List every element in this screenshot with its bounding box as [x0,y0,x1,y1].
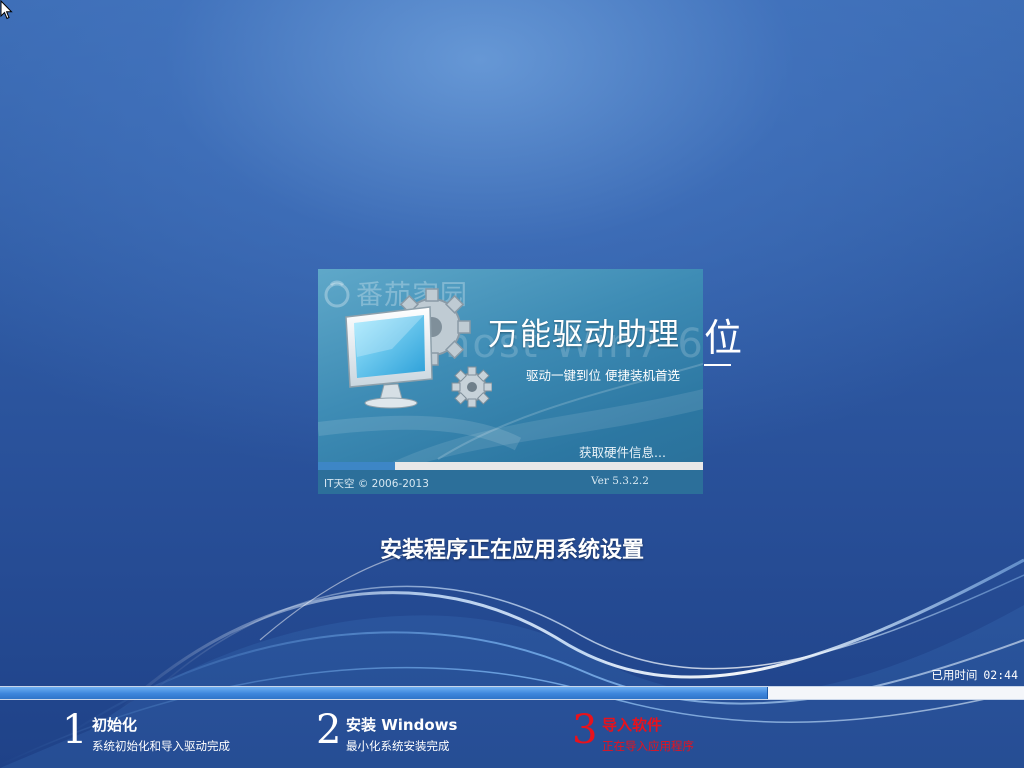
app-slogan: 驱动一键到位 便捷装机首选 [526,368,680,383]
step-title: 安装 Windows [346,716,458,734]
ghost-text-overflow: 位 [704,316,743,360]
setup-status-message: 安装程序正在应用系统设置 [379,538,644,563]
step-title: 初始化 [92,716,138,734]
overall-progress-fill [0,687,768,699]
splash-progress-fill [318,462,395,470]
splash-status-text: 获取硬件信息... [579,445,666,460]
step-description: 正在导入应用程序 [602,739,694,753]
step-description: 最小化系统安装完成 [346,739,450,753]
step-title: 导入软件 [602,716,663,734]
overall-progress-bar [0,686,1024,700]
elapsed-label: 已用时间 [931,668,978,682]
step-number: 1 [62,707,88,753]
step-number: 2 [316,707,342,753]
app-title: 万能驱动助理 [488,317,680,353]
copyright-text: IT天空 © 2006-2013 [324,478,429,490]
elapsed-time: 已用时间 02:44 [931,667,1018,683]
monitor-gear-icon [345,288,492,409]
splash-footer: IT天空 © 2006-2013 Ver 5.3.2.2 [318,470,703,494]
mouse-cursor-icon [0,0,13,20]
setup-steps: 1 初始化 系统初始化和导入驱动完成 2 安装 Windows 最小化系统安装完… [0,700,1024,768]
splash-progress-bar [318,462,703,470]
elapsed-value: 02:44 [983,668,1018,682]
driver-assistant-splash: 番茄家园 Ghost Win7 64位 [318,269,703,494]
step-description: 系统初始化和导入驱动完成 [92,739,230,753]
ghost-text-underline [704,364,731,366]
version-text: Ver 5.3.2.2 [591,475,649,487]
step-number: 3 [572,707,598,753]
